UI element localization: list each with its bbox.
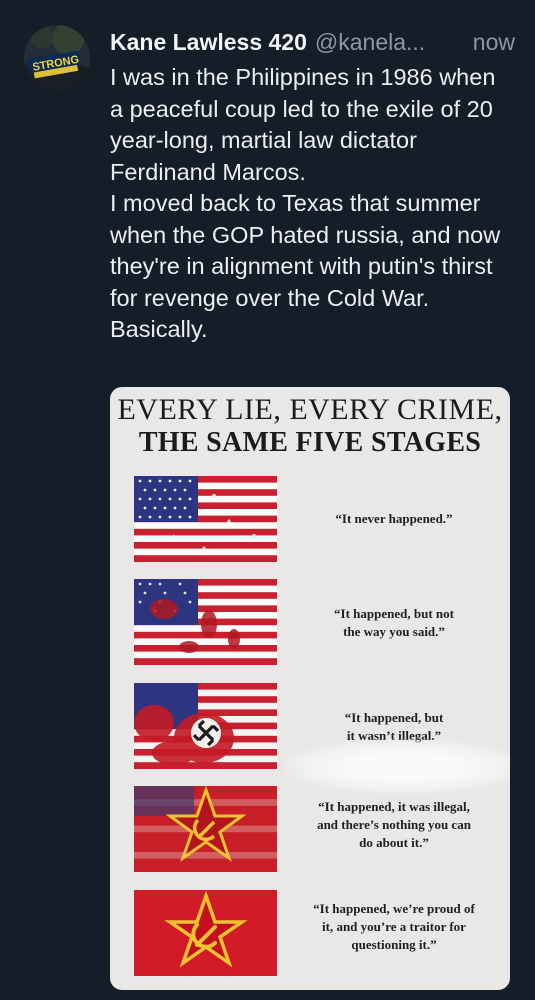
avatar[interactable]: STRONG [24,25,90,91]
stage-4: “It happened, it was illegal, and there’… [110,786,510,878]
us-flag-bleeding-icon [134,579,277,665]
meme-title-line1: EVERY LIE, EVERY CRIME, [117,393,503,426]
post-text: I was in the Philippines in 1986 when a … [110,64,501,342]
post-media-image[interactable]: EVERY LIE, EVERY CRIME, THE SAME FIVE ST… [110,387,510,990]
stage-1: “It never happened.” [110,476,510,568]
post-card[interactable]: STRONG Kane Lawless 420 @kanela... now I… [0,0,535,1000]
red-flag-star-hammer-sickle-icon [134,786,277,872]
stage-2: “It happened, but not the way you said.” [110,579,510,671]
author-handle[interactable]: @kanela... [315,27,461,57]
post-timestamp[interactable]: now [473,27,515,57]
soviet-flag-icon [134,890,277,976]
meme-title-line2: THE SAME FIVE STAGES [138,427,482,458]
us-flag-icon [134,476,277,562]
stage-5: “It happened, we’re proud of it, and you… [110,890,510,982]
stage-1-caption: “It never happened.” [335,511,453,526]
stage-2-caption: “It happened, but not the way you said.” [334,606,454,639]
author-display-name[interactable]: Kane Lawless 420 [110,27,307,57]
avatar-strong-logo-icon: STRONG [24,25,90,91]
stage-4-caption: “It happened, it was illegal, and there’… [317,799,471,850]
stage-5-caption: “It happened, we’re proud of it, and you… [313,901,475,952]
us-flag-swastika-icon [134,683,277,769]
post-header: Kane Lawless 420 @kanela... now [110,27,515,57]
